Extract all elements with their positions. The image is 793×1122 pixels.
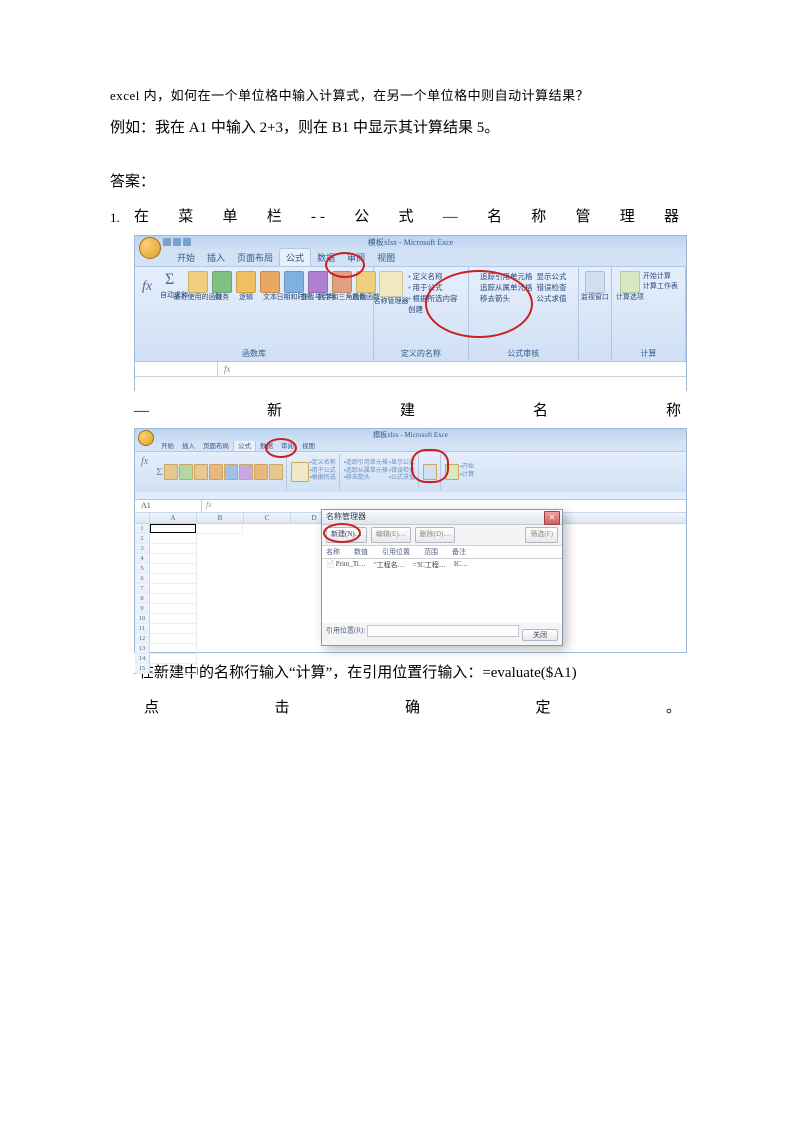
finance-icon	[212, 271, 232, 293]
tab-formulas: 公式	[279, 248, 311, 266]
screenshot-2: 模板xlsx - Microsoft Exce 开始 插入 页面布局 公式 数据…	[134, 428, 687, 653]
tab-layout: 页面布局	[231, 249, 279, 266]
name-box: A1	[135, 500, 202, 512]
window-title: 模板xlsx - Microsoft Exce	[368, 238, 454, 247]
ribbon-tabs: 开始 插入 页面布局 公式 数据 审阅 视图	[135, 441, 686, 451]
question-text: excel 内，如何在一个单位格中输入计算式，在另一个单位格中则自动计算结果？	[110, 85, 683, 104]
name-box	[135, 362, 218, 376]
evaluate-formula: 公式求值	[537, 293, 567, 304]
dialog-title: 名称管理器 ✕	[322, 510, 562, 525]
show-formulas: 显示公式	[537, 271, 567, 282]
ref-input	[367, 625, 519, 637]
name-manager-label: 名称管理器	[374, 298, 409, 306]
datetime-icon	[284, 271, 304, 293]
text-icon	[260, 271, 280, 293]
office-button-icon	[139, 237, 161, 259]
fx-icon: fx	[135, 279, 159, 295]
recent-func-icon	[188, 271, 208, 293]
edit-button: 编辑(E)…	[371, 527, 411, 543]
highlight-circle-name-manager	[425, 270, 533, 338]
group-names-label: 定义的名称	[401, 348, 441, 359]
formula-bar: fx	[135, 361, 686, 376]
close-button: 关闭	[522, 629, 558, 641]
step2-text: —新建名称	[134, 399, 683, 420]
ribbon: fx Σ自动求和 最近使用的函数 财务 逻辑 文本 日期和时间 查找与引用 数学…	[135, 266, 686, 361]
tab-view: 视图	[371, 249, 401, 266]
screenshot-1: 模板xlsx - Microsoft Exce 开始 插入 页面布局 公式 数据…	[134, 235, 687, 391]
dialog-list-headers: 名称 数值 引用位置 范围 备注	[322, 545, 562, 559]
autosum-icon: Σ	[165, 271, 183, 291]
group-calc-label: 计算	[640, 348, 656, 359]
highlight-circle-formula-tab	[265, 438, 297, 458]
tab-home: 开始	[171, 249, 201, 266]
group-audit-label: 公式审核	[507, 348, 539, 359]
tab-insert: 插入	[201, 249, 231, 266]
highlight-circle-formula-tab	[325, 252, 365, 278]
title-bar: 模板xlsx - Microsoft Exce	[135, 236, 686, 250]
step4-text: 点击确定。	[110, 696, 683, 717]
fx-icon: fx	[139, 454, 152, 467]
lookup-icon	[308, 271, 328, 293]
group-funclib-label: 函数库	[242, 348, 266, 359]
calc-now: 开始计算	[643, 271, 678, 282]
watch-window-icon	[585, 271, 605, 293]
logic-icon	[236, 271, 256, 293]
fx-label: fx	[218, 364, 237, 374]
dialog-list-body: Print_Ti… "工程名… ='IC工程… IC…	[322, 559, 562, 623]
quick-access-toolbar	[163, 238, 191, 246]
filter-button: 筛选(F)	[525, 527, 558, 543]
ribbon-tabs: 开始 插入 页面布局 公式 数据 审阅 视图	[135, 250, 686, 266]
title-bar: 模板xlsx - Microsoft Exce	[135, 429, 686, 441]
highlight-circle-name-manager	[411, 449, 449, 483]
name-manager-icon	[379, 271, 403, 297]
step1-number: 1.	[110, 205, 128, 231]
name-manager-group: ▪定义名称▪用于公式▪根据所选	[291, 454, 340, 490]
calc-options-icon	[620, 271, 640, 293]
calc-sheet: 计算工作表	[643, 281, 678, 292]
office-button-icon	[138, 430, 154, 446]
close-icon: ✕	[544, 511, 560, 525]
example-text: 例如：我在 A1 中输入 2+3，则在 B1 中显示其计算结果 5。	[110, 116, 683, 142]
highlight-circle-new-button	[323, 523, 361, 543]
error-check: 错误检查	[537, 282, 567, 293]
step1-text: 在菜单栏--公式—名称管理器	[134, 205, 683, 226]
delete-button: 删除(D)…	[415, 527, 456, 543]
answer-label: 答案：	[110, 170, 683, 191]
